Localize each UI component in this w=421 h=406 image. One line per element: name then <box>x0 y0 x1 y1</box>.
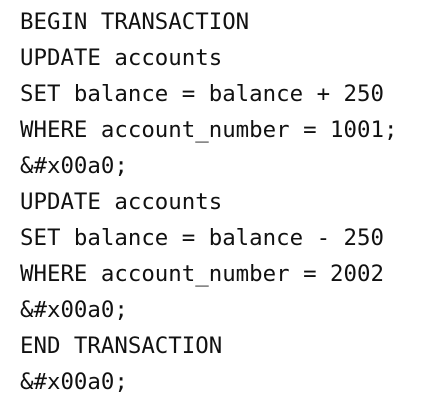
sql-code-block: BEGIN TRANSACTION UPDATE accounts SET ba… <box>20 4 397 400</box>
code-line: SET balance = balance + 250 <box>20 81 384 107</box>
code-line: UPDATE accounts <box>20 189 223 215</box>
code-line: SET balance = balance - 250 <box>20 225 384 251</box>
code-line: WHERE account_number = 1001; <box>20 117 398 143</box>
code-line: BEGIN TRANSACTION <box>20 9 250 35</box>
code-line: &#x00a0; <box>20 369 128 395</box>
code-line: &#x00a0; <box>20 153 128 179</box>
code-line: END TRANSACTION <box>20 333 223 359</box>
code-line: WHERE account_number = 2002 <box>20 261 384 287</box>
code-line: &#x00a0; <box>20 297 128 323</box>
code-line: UPDATE accounts <box>20 45 223 71</box>
